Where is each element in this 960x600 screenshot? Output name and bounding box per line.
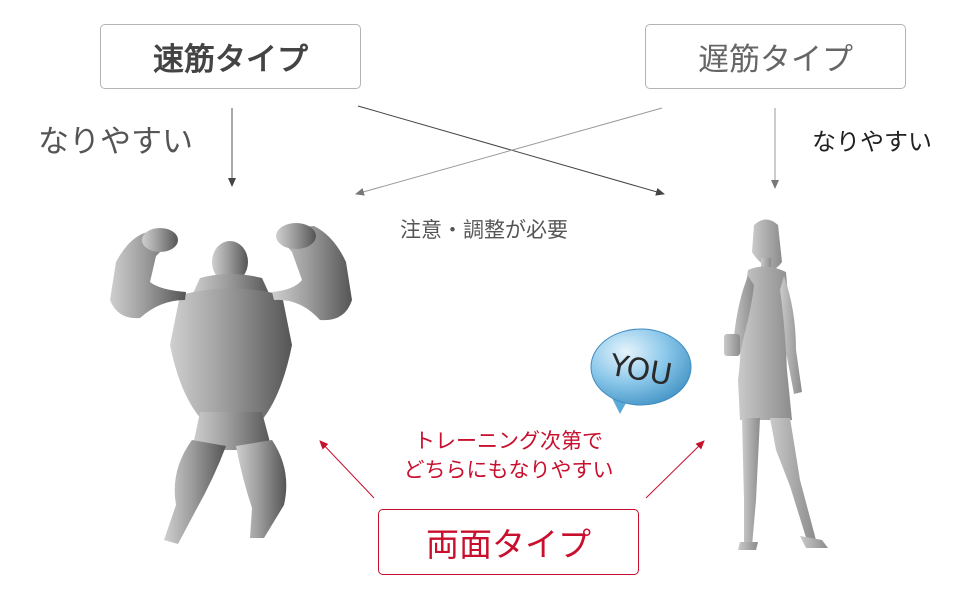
caution-label: 注意・調整が必要 [400, 218, 568, 242]
training-note-line1: トレーニング次第で [414, 429, 603, 453]
both-type-box: 両面タイプ [378, 509, 639, 575]
training-note-line2: どちらにもなりやすい [403, 458, 614, 482]
slow-type-box: 遅筋タイプ [645, 24, 906, 89]
right-likely-label: なりやすい [812, 128, 932, 156]
training-note: トレーニング次第で どちらにもなりやすい [378, 427, 639, 485]
both-type-label: 両面タイプ [426, 525, 591, 564]
arrow-both-to-woman [645, 440, 705, 499]
woman-silhouette-icon [724, 219, 828, 550]
fast-type-label: 速筋タイプ [153, 42, 308, 78]
bodybuilder-silhouette-icon [110, 223, 352, 544]
speech-bubble-icon: YOU [590, 328, 692, 414]
fast-type-box: 速筋タイプ [100, 24, 361, 89]
slow-type-label: 遅筋タイプ [698, 42, 853, 78]
arrow-both-to-muscle [319, 440, 375, 499]
left-likely-label: なりやすい [38, 124, 193, 160]
arrow-slow-to-muscle [355, 107, 663, 196]
